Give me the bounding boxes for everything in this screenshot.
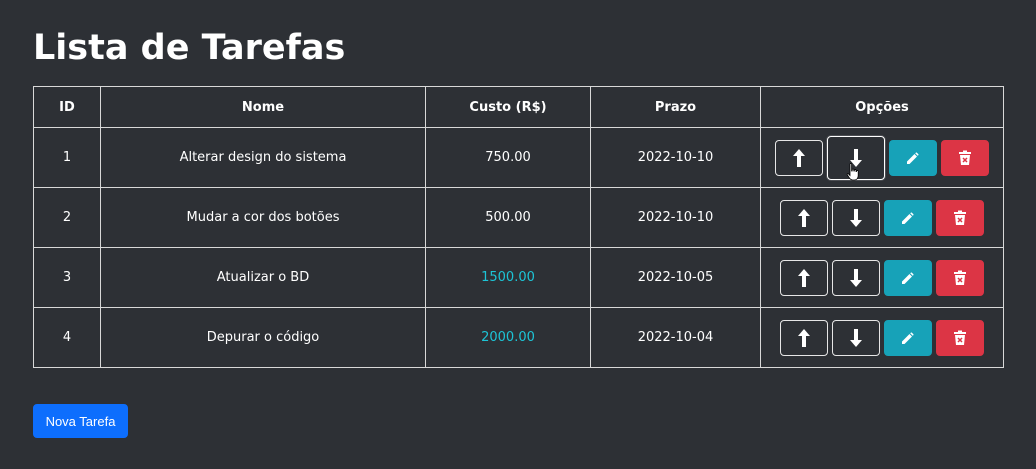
task-deadline: 2022-10-04 xyxy=(590,307,761,368)
task-deadline: 2022-10-10 xyxy=(590,127,761,188)
edit-button[interactable] xyxy=(884,199,932,236)
arrow-down-icon xyxy=(850,208,862,227)
header-options: Opções xyxy=(760,86,1004,128)
delete-button[interactable] xyxy=(936,259,984,296)
task-options xyxy=(760,187,1004,248)
task-cost: 1500.00 xyxy=(425,247,591,308)
edit-button[interactable] xyxy=(889,139,937,176)
header-id: ID xyxy=(33,86,101,128)
trash-icon xyxy=(954,210,966,225)
task-name: Mudar a cor dos botões xyxy=(100,187,426,248)
task-name: Atualizar o BD xyxy=(100,247,426,308)
move-down-button[interactable] xyxy=(832,319,880,356)
task-id: 1 xyxy=(33,127,101,188)
table-row: 2 Mudar a cor dos botões 500.00 2022-10-… xyxy=(33,187,1004,248)
delete-button[interactable] xyxy=(941,139,989,176)
task-options xyxy=(760,307,1004,368)
move-up-button[interactable] xyxy=(775,139,823,176)
task-name: Depurar o código xyxy=(100,307,426,368)
task-cost: 750.00 xyxy=(425,127,591,188)
arrow-up-icon xyxy=(798,208,810,227)
trash-icon xyxy=(954,330,966,345)
task-deadline: 2022-10-05 xyxy=(590,247,761,308)
page: Lista de Tarefas ID Nome Custo (R$) Praz… xyxy=(0,0,1036,469)
task-options xyxy=(760,127,1004,188)
trash-icon xyxy=(959,150,971,165)
page-title: Lista de Tarefas xyxy=(33,28,346,68)
task-cost: 500.00 xyxy=(425,187,591,248)
pencil-icon xyxy=(907,151,919,164)
header-deadline: Prazo xyxy=(590,86,761,128)
pencil-icon xyxy=(902,271,914,284)
move-up-button[interactable] xyxy=(780,259,828,296)
task-name: Alterar design do sistema xyxy=(100,127,426,188)
header-cost: Custo (R$) xyxy=(425,86,591,128)
delete-button[interactable] xyxy=(936,199,984,236)
header-row: ID Nome Custo (R$) Prazo Opções xyxy=(33,86,1004,128)
arrow-up-icon xyxy=(798,268,810,287)
task-deadline: 2022-10-10 xyxy=(590,187,761,248)
tasks-table: ID Nome Custo (R$) Prazo Opções 1 Altera… xyxy=(33,86,1004,368)
table-row: 3 Atualizar o BD 1500.00 2022-10-05 xyxy=(33,247,1004,308)
trash-icon xyxy=(954,270,966,285)
arrow-up-icon xyxy=(798,328,810,347)
new-task-button[interactable]: Nova Tarefa xyxy=(33,404,128,438)
move-down-button[interactable] xyxy=(832,259,880,296)
header-name: Nome xyxy=(100,86,426,128)
pointer-cursor-icon xyxy=(846,163,859,181)
move-up-button[interactable] xyxy=(780,199,828,236)
move-up-button[interactable] xyxy=(780,319,828,356)
delete-button[interactable] xyxy=(936,319,984,356)
task-cost: 2000.00 xyxy=(425,307,591,368)
table-row: 4 Depurar o código 2000.00 2022-10-04 xyxy=(33,307,1004,368)
arrow-down-icon xyxy=(850,328,862,347)
edit-button[interactable] xyxy=(884,319,932,356)
table-header: ID Nome Custo (R$) Prazo Opções xyxy=(33,86,1004,128)
arrow-down-icon xyxy=(850,268,862,287)
task-options xyxy=(760,247,1004,308)
pencil-icon xyxy=(902,211,914,224)
task-id: 2 xyxy=(33,187,101,248)
edit-button[interactable] xyxy=(884,259,932,296)
arrow-up-icon xyxy=(793,148,805,167)
task-id: 4 xyxy=(33,307,101,368)
move-down-button[interactable] xyxy=(832,199,880,236)
task-id: 3 xyxy=(33,247,101,308)
pencil-icon xyxy=(902,331,914,344)
